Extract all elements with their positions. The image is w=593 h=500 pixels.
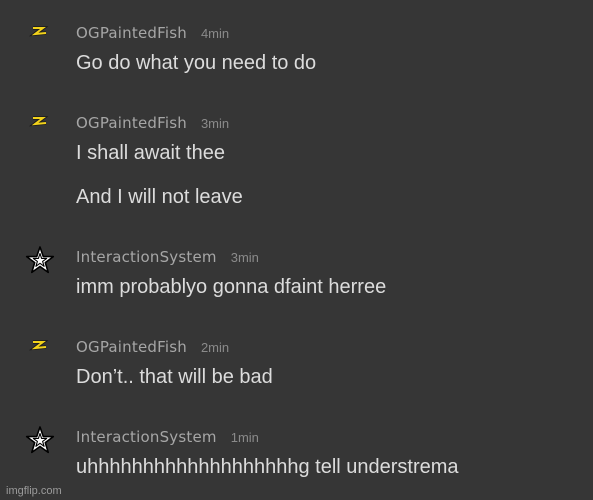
message-text: Don’t.. that will be bad: [76, 366, 273, 388]
timestamp: 2min: [200, 340, 230, 355]
message-header: InteractionSystem 1min: [76, 428, 259, 447]
message-header: OGPaintedFish 4min: [76, 24, 229, 43]
message-text: I shall await thee: [76, 142, 225, 164]
message-header: OGPaintedFish 3min: [76, 114, 229, 133]
username[interactable]: OGPaintedFish: [76, 114, 187, 132]
message-text: And I will not leave: [76, 186, 243, 208]
username[interactable]: InteractionSystem: [76, 248, 217, 266]
timestamp: 1min: [230, 430, 259, 445]
star-icon: [25, 246, 55, 276]
message-text: uhhhhhhhhhhhhhhhhhhhg tell understrema: [76, 456, 459, 478]
chat-log: OGPaintedFish 4min Go do what you need to…: [0, 0, 593, 500]
username[interactable]: InteractionSystem: [76, 428, 217, 446]
lightning-bolt-icon: [26, 338, 56, 368]
username[interactable]: OGPaintedFish: [76, 338, 187, 356]
message-header: InteractionSystem 3min: [76, 248, 259, 267]
username[interactable]: OGPaintedFish: [76, 24, 187, 42]
lightning-bolt-icon: [26, 24, 56, 54]
message-text: Go do what you need to do: [76, 52, 317, 74]
message-text: imm probablyo gonna dfaint herree: [76, 276, 387, 298]
message-header: OGPaintedFish 2min: [76, 338, 229, 357]
timestamp: 4min: [200, 26, 230, 41]
lightning-bolt-icon: [26, 114, 56, 144]
imgflip-watermark: imgflip.com: [6, 485, 62, 497]
timestamp: 3min: [200, 116, 230, 131]
star-icon: [25, 426, 55, 456]
timestamp: 3min: [230, 250, 259, 265]
